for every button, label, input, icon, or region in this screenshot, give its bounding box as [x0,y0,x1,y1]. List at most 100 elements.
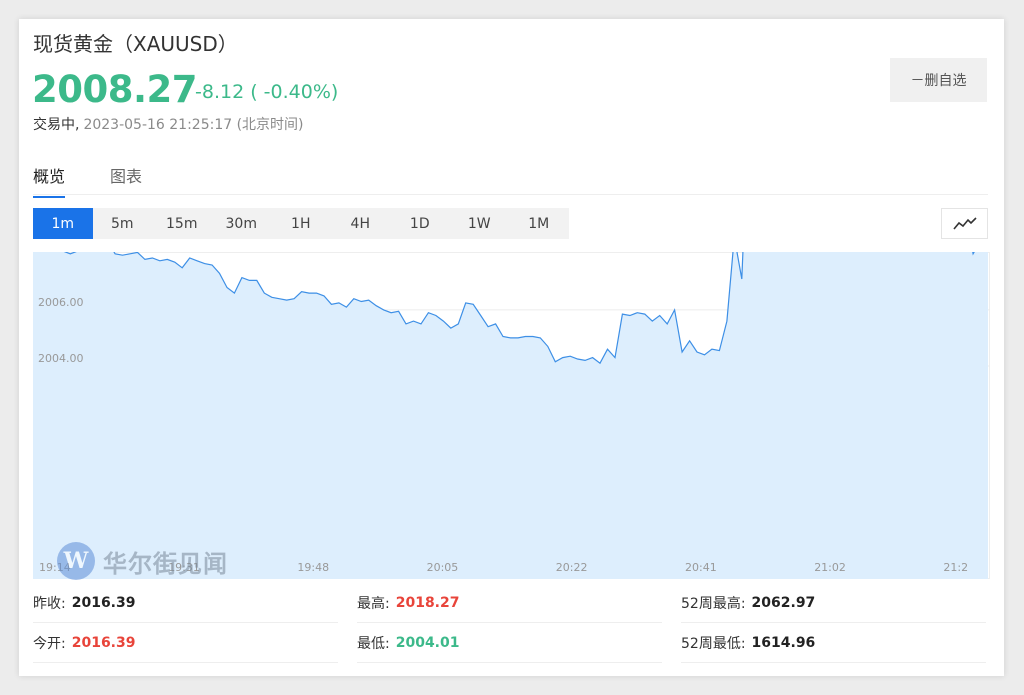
price-point [450,327,452,329]
price-point [219,273,221,275]
price-chart[interactable]: 2014.002012.002010.002008.002006.002004.… [32,69,990,580]
period-4h[interactable]: 4H [331,208,391,239]
price-point [353,298,355,300]
price-point [361,301,363,303]
price-point [286,299,288,301]
x-tick-label: 21:2 [943,561,968,574]
price-point [696,351,698,353]
price-point [480,315,482,317]
price-point [517,337,519,339]
price-point [129,253,131,255]
price-point [547,346,549,348]
price-point [584,360,586,362]
price-point [681,351,683,353]
price-point [555,361,557,363]
price-point [569,355,571,357]
stat-value: 2016.39 [71,635,136,651]
period-1m[interactable]: 1m [33,208,93,239]
price-change: -8.12 ( -0.40%) [195,81,339,103]
stat-value: 2004.01 [395,635,460,651]
price-point [472,304,474,306]
stats-table: 昨收: 2016.39 最高: 2018.27 52周最高: 2062.97 今开: 2… [33,584,988,664]
price-point [241,277,243,279]
stat-label: 最低: [357,636,390,652]
price-point [972,253,974,255]
price-point [346,306,348,308]
stat-label: 最高: [357,596,390,612]
price-point [181,267,183,269]
stat-prev-close: 昨收: 2016.39 [33,584,338,623]
price-point [487,326,489,328]
price-point [390,312,392,314]
price-point [428,312,430,314]
price-point [741,278,743,280]
price-point [338,302,340,304]
stat-label: 52周最高: [681,596,746,612]
price-point [413,320,415,322]
price-point [629,315,631,317]
price-point [443,320,445,322]
watermark-text: 华尔街见闻 [103,548,228,578]
stat-open: 今开: 2016.39 [33,624,338,663]
chart-type-toggle[interactable] [941,208,988,239]
price-point [540,337,542,339]
period-1w[interactable]: 1W [450,208,510,239]
tab-chart[interactable]: 图表 [110,163,142,187]
price-point [405,323,407,325]
period-1h[interactable]: 1H [271,208,331,239]
period-1d[interactable]: 1D [390,208,450,239]
price-point [316,292,318,294]
stats-row: 今开: 2016.39 最低: 2004.01 52周最低: 1614.96 [33,624,988,663]
price-point [249,280,251,282]
price-point [637,312,639,314]
tab-overview[interactable]: 概览 [33,163,66,198]
price-point [189,257,191,259]
price-point [659,315,661,317]
price-point [70,253,72,255]
price-point [301,291,303,293]
stat-low: 最低: 2004.01 [357,624,662,663]
price-point [458,323,460,325]
price-point [510,337,512,339]
price-chart-svg: 2014.002012.002010.002008.002006.002004.… [32,69,990,579]
price-point [159,260,161,262]
x-tick-label: 20:05 [427,561,459,574]
watermark-logo-icon: W [57,542,95,580]
quote-timestamp: 2023-05-16 21:25:17 (北京时间) [83,117,304,133]
price-point [614,357,616,359]
price-point [719,350,721,352]
price-point [211,264,213,266]
price-point [167,259,169,261]
stat-52w-high: 52周最高: 2062.97 [681,584,986,623]
price-point [264,292,266,294]
y-tick-label: 2008.00 [38,252,84,253]
price-point [383,309,385,311]
stat-52w-low: 52周最低: 1614.96 [681,624,986,663]
price-point [226,287,228,289]
remove-watchlist-button[interactable]: －删自选 [890,58,987,102]
period-5m[interactable]: 5m [93,208,153,239]
stat-value: 2016.39 [71,595,136,611]
period-1mo[interactable]: 1M [509,208,569,239]
price-point [666,323,668,325]
last-price: 2008.27 [32,68,198,111]
x-tick-label: 20:22 [556,561,588,574]
instrument-title: 现货黄金（XAUUSD） [33,32,238,56]
y-tick-label: 2006.00 [38,296,84,309]
price-point [256,280,258,282]
stat-value: 2062.97 [751,595,816,611]
price-point [144,259,146,261]
view-tabs: 概览 图表 [33,159,988,198]
price-point [196,260,198,262]
quote-card: 现货黄金（XAUUSD） 2008.27 -8.12 ( -0.40%) 交易中… [19,19,1004,676]
period-30m[interactable]: 30m [212,208,272,239]
price-point [271,297,273,299]
price-point [420,323,422,325]
price-point [398,311,400,313]
stat-label: 昨收: [33,596,66,612]
price-point [502,336,504,338]
period-15m[interactable]: 15m [152,208,212,239]
x-tick-label: 20:41 [685,561,717,574]
price-point [577,358,579,360]
price-point [331,304,333,306]
